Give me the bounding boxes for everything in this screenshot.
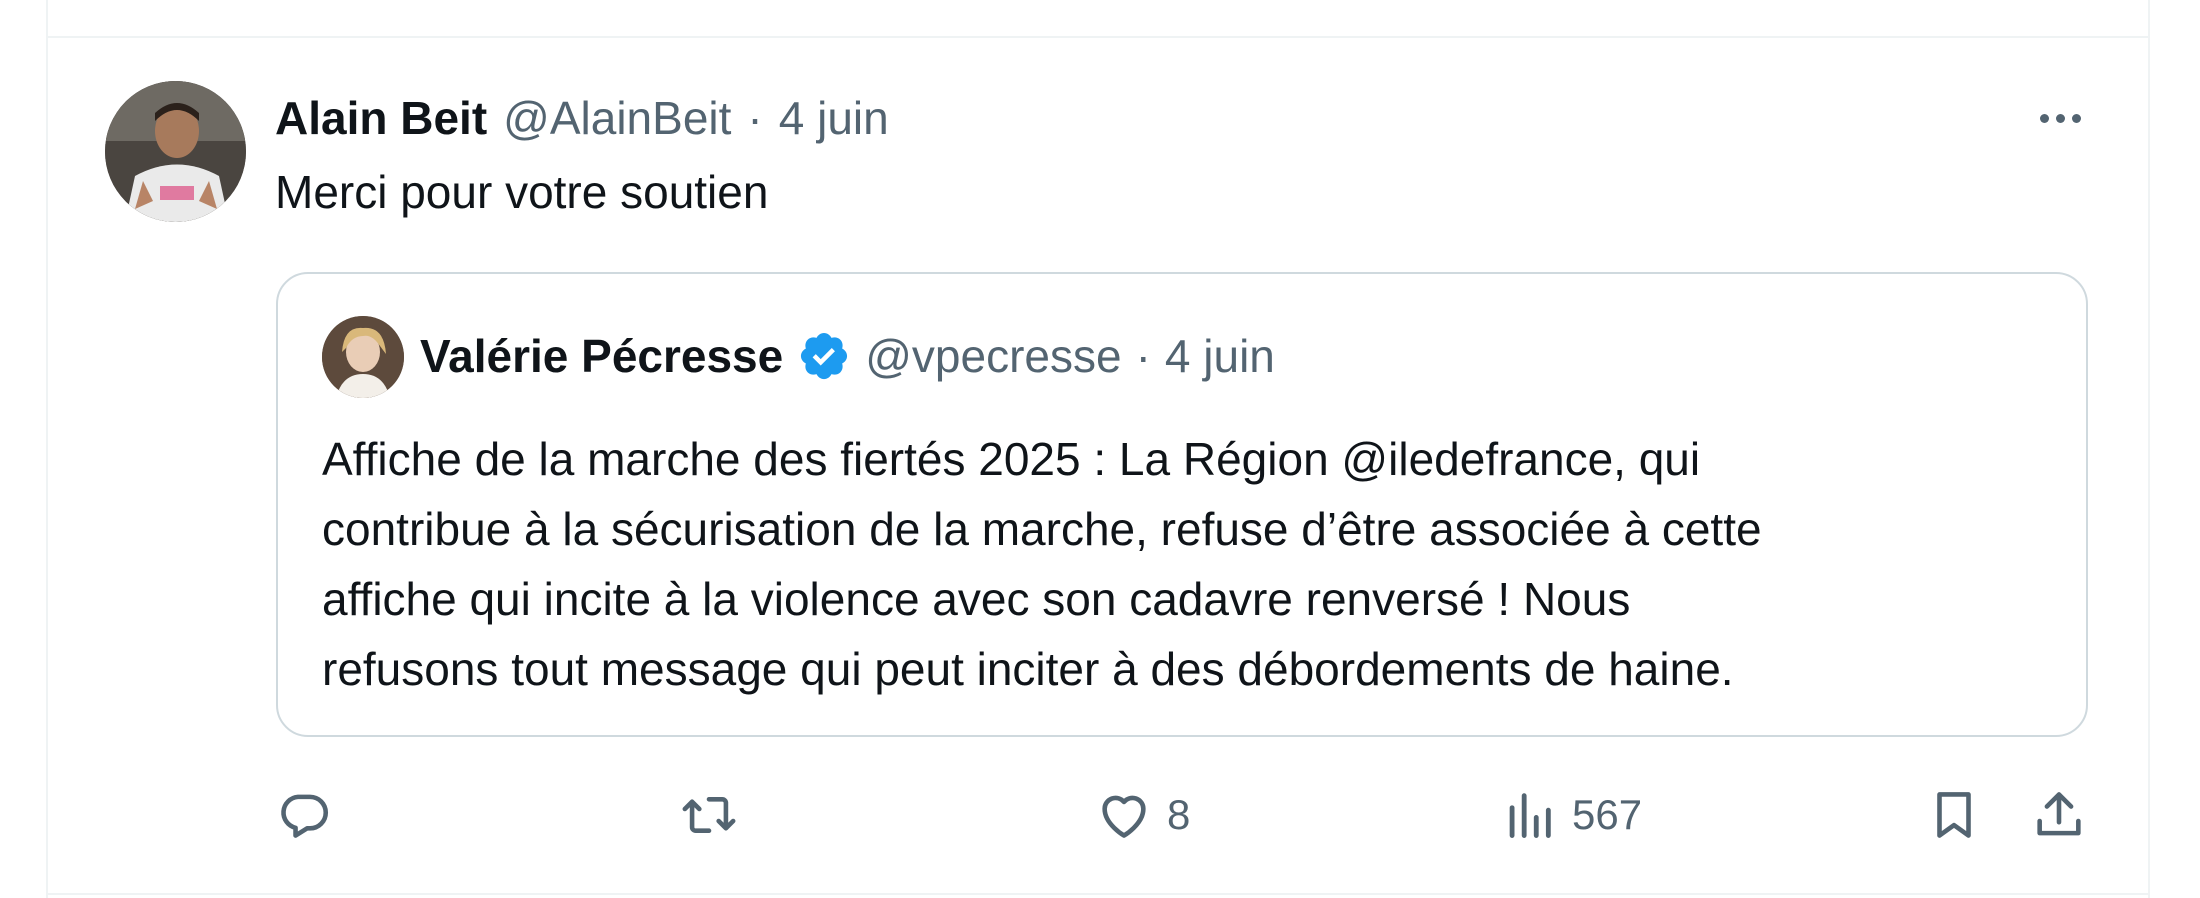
reply-button[interactable] [275,785,333,845]
like-count: 8 [1167,791,1191,838]
tweet-text: Merci pour votre soutien [275,166,769,218]
quoted-author-name[interactable]: Valérie Pécresse [420,329,783,383]
column-border-right [2148,0,2150,898]
more-icon[interactable] [2020,88,2100,148]
views-button[interactable]: 567 [1500,785,1642,845]
top-divider [46,36,2150,38]
separator-dot: · [747,92,763,144]
share-button[interactable] [2030,785,2088,845]
quoted-text-line: Affiche de la marche des fiertés 2025 : … [322,433,1701,485]
bookmark-icon [1937,792,1971,838]
heart-icon [1102,795,1146,838]
retweet-icon [682,796,736,834]
quoted-separator-dot: · [1135,330,1151,382]
views-icon [1509,793,1551,838]
tweet-date[interactable]: 4 juin [779,91,889,145]
quoted-text: Affiche de la marche des fiertés 2025 : … [322,424,2062,704]
quoted-date[interactable]: 4 juin [1165,329,1275,383]
quoted-avatar[interactable] [322,316,404,398]
author-name[interactable]: Alain Beit [275,91,487,145]
column-border-left [46,0,48,898]
retweet-button[interactable] [680,785,738,845]
quoted-text-line: contribue à la sécurisation de la marche… [322,503,1762,555]
quoted-text-line: affiche qui incite à la violence avec so… [322,573,1631,625]
quoted-header: Valérie Pécresse @vpecresse · 4 juin [420,326,1275,386]
reply-icon [281,794,328,838]
share-icon [2037,792,2081,836]
quoted-text-line: refusons tout message qui peut inciter à… [322,643,1734,695]
action-bar: 8 567 [275,785,2095,845]
author-handle[interactable]: @AlainBeit [503,91,731,145]
like-button[interactable]: 8 [1095,785,1190,845]
bookmark-button[interactable] [1925,785,1983,845]
views-count: 567 [1572,791,1643,838]
avatar[interactable] [105,81,246,222]
verified-badge-icon [801,332,848,380]
quoted-tweet[interactable]: Valérie Pécresse @vpecresse · 4 juin Aff… [276,272,2088,737]
tweet-header: Alain Beit @AlainBeit · 4 juin [275,88,889,148]
bottom-divider [46,893,2150,895]
quoted-author-handle[interactable]: @vpecresse [865,329,1121,383]
